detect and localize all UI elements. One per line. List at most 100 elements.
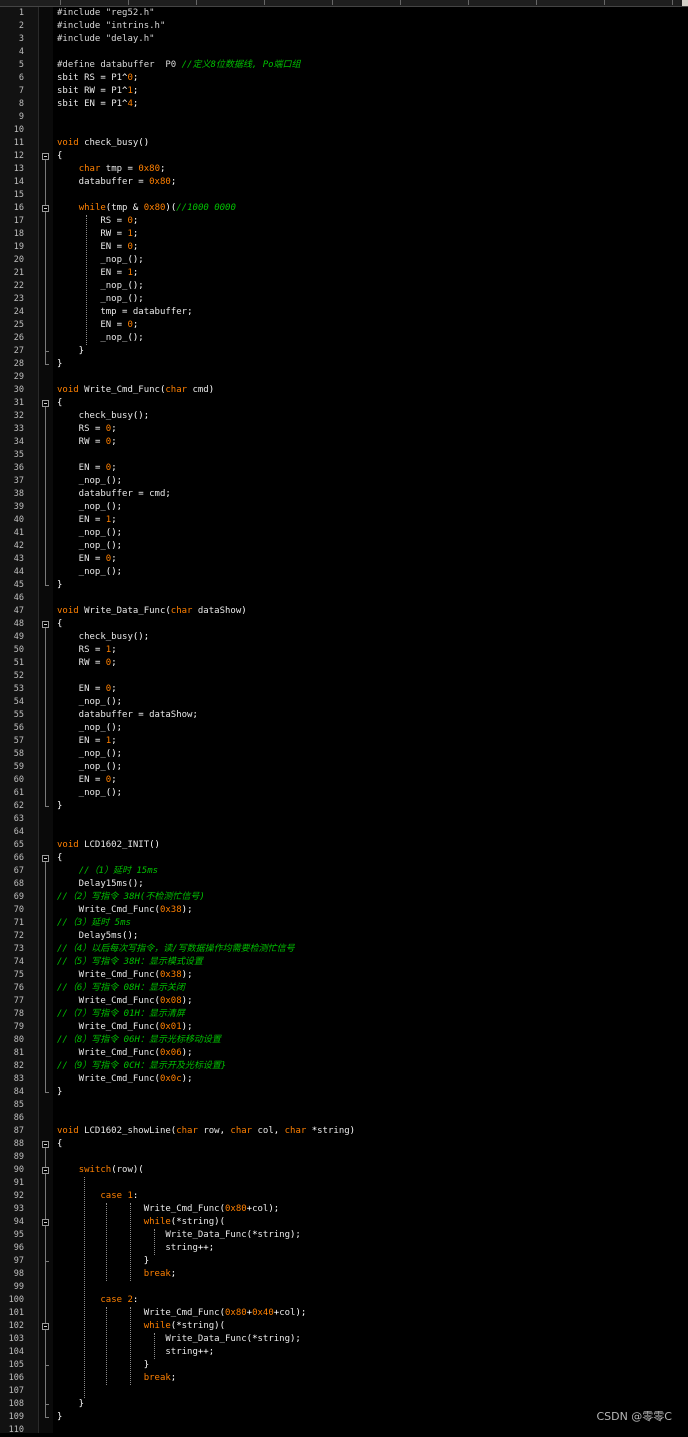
code-line[interactable]: 62} xyxy=(0,800,688,813)
code-text[interactable]: databuffer = cmd; xyxy=(57,488,171,501)
code-line[interactable]: 22 _nop_(); xyxy=(0,280,688,293)
code-line[interactable]: 30 void Write_Cmd_Func(char cmd) xyxy=(0,384,688,397)
code-text[interactable]: EN = 1; xyxy=(57,735,117,748)
code-line[interactable]: 72 Delay5ms(); xyxy=(0,930,688,943)
code-text[interactable]: while(*string)( xyxy=(57,1216,225,1229)
code-line[interactable]: 73 //（4）以后每次写指令，读/写数据操作均需要检测忙信号 xyxy=(0,943,688,956)
code-text[interactable]: check_busy(); xyxy=(57,631,149,644)
code-text[interactable]: { xyxy=(57,150,62,163)
code-line[interactable]: 27 } xyxy=(0,345,688,358)
code-text[interactable]: sbit EN = P1^4; xyxy=(57,98,138,111)
code-line[interactable]: 99 xyxy=(0,1281,688,1294)
code-line[interactable]: 5 #define databuffer P0 //定义8位数据线, Po端口组 xyxy=(0,59,688,72)
code-line[interactable]: 79 Write_Cmd_Func(0x01); xyxy=(0,1021,688,1034)
code-text[interactable]: Write_Cmd_Func(0x01); xyxy=(57,1021,193,1034)
code-text[interactable]: } xyxy=(57,1359,149,1372)
code-line[interactable]: 7 sbit RW = P1^1; xyxy=(0,85,688,98)
fold-toggle-icon[interactable] xyxy=(42,1323,49,1330)
code-text[interactable]: string++; xyxy=(57,1242,214,1255)
code-line[interactable]: 66 { xyxy=(0,852,688,865)
code-line[interactable]: 50 RS = 1; xyxy=(0,644,688,657)
code-line[interactable]: 40 EN = 1; xyxy=(0,514,688,527)
code-line[interactable]: 16 while(tmp & 0x80)(//1000 0000 xyxy=(0,202,688,215)
code-line[interactable]: 47 void Write_Data_Func(char dataShow) xyxy=(0,605,688,618)
fold-toggle-icon[interactable] xyxy=(42,153,49,160)
code-text[interactable]: sbit RS = P1^0; xyxy=(57,72,138,85)
code-line[interactable]: 109} xyxy=(0,1411,688,1424)
code-line[interactable]: 42 _nop_(); xyxy=(0,540,688,553)
code-text[interactable]: EN = 0; xyxy=(57,462,117,475)
code-text[interactable]: #define databuffer P0 //定义8位数据线, Po端口组 xyxy=(57,59,301,72)
code-text[interactable]: } xyxy=(57,345,84,358)
fold-toggle-icon[interactable] xyxy=(42,400,49,407)
code-text[interactable]: { xyxy=(57,397,62,410)
code-line[interactable]: 87 void LCD1602_showLine(char row, char c… xyxy=(0,1125,688,1138)
code-line[interactable]: 54 _nop_(); xyxy=(0,696,688,709)
code-text[interactable]: while(*string)( xyxy=(57,1320,225,1333)
code-line[interactable]: 36 EN = 0; xyxy=(0,462,688,475)
code-text[interactable]: EN = 0; xyxy=(57,319,138,332)
code-line[interactable]: 44 _nop_(); xyxy=(0,566,688,579)
code-text[interactable]: #include "delay.h" xyxy=(57,33,155,46)
code-text[interactable]: //（7）写指令 01H：显示清屏 xyxy=(57,1008,185,1021)
code-text[interactable]: Write_Cmd_Func(0x80+col); xyxy=(57,1203,280,1216)
fold-toggle-icon[interactable] xyxy=(42,205,49,212)
code-line[interactable]: 86 xyxy=(0,1112,688,1125)
code-line[interactable]: 74 //（5）写指令 38H：显示模式设置 xyxy=(0,956,688,969)
fold-toggle-icon[interactable] xyxy=(42,621,49,628)
code-text[interactable]: EN = 1; xyxy=(57,267,138,280)
code-line[interactable]: 26 _nop_(); xyxy=(0,332,688,345)
code-text[interactable]: _nop_(); xyxy=(57,501,122,514)
code-line[interactable]: 46 xyxy=(0,592,688,605)
code-editor[interactable]: 1 #include "reg52.h" 2 #include "intrins.h"… xyxy=(0,7,688,1435)
code-text[interactable]: } xyxy=(57,358,62,371)
code-line[interactable]: 64 xyxy=(0,826,688,839)
code-line[interactable]: 71 //（3）延时 5ms xyxy=(0,917,688,930)
code-text[interactable]: EN = 0; xyxy=(57,683,117,696)
code-line[interactable]: 83 Write_Cmd_Func(0x0c); xyxy=(0,1073,688,1086)
code-line[interactable]: 57 EN = 1; xyxy=(0,735,688,748)
code-line[interactable]: 65 void LCD1602_INIT() xyxy=(0,839,688,852)
code-text[interactable]: check_busy(); xyxy=(57,410,149,423)
code-text[interactable]: Write_Cmd_Func(0x0c); xyxy=(57,1073,193,1086)
fold-toggle-icon[interactable] xyxy=(42,1219,49,1226)
code-text[interactable]: databuffer = dataShow; xyxy=(57,709,198,722)
code-line[interactable]: 2 #include "intrins.h" xyxy=(0,20,688,33)
code-text[interactable]: char tmp = 0x80; xyxy=(57,163,166,176)
code-text[interactable]: RW = 0; xyxy=(57,436,117,449)
code-line[interactable]: 4 xyxy=(0,46,688,59)
code-text[interactable]: Write_Cmd_Func(0x38); xyxy=(57,904,193,917)
code-line[interactable]: 104 string++; xyxy=(0,1346,688,1359)
code-line[interactable]: 55 databuffer = dataShow; xyxy=(0,709,688,722)
code-text[interactable]: //（9）写指令 0CH：显示开及光标设置} xyxy=(57,1060,226,1073)
code-line[interactable]: 10 xyxy=(0,124,688,137)
code-line[interactable]: 33 RS = 0; xyxy=(0,423,688,436)
code-line[interactable]: 34 RW = 0; xyxy=(0,436,688,449)
code-text[interactable]: //（1）延时 15ms xyxy=(57,865,158,878)
code-line[interactable]: 35 xyxy=(0,449,688,462)
code-line[interactable]: 12 { xyxy=(0,150,688,163)
code-line[interactable]: 77 Write_Cmd_Func(0x08); xyxy=(0,995,688,1008)
code-line[interactable]: 84} xyxy=(0,1086,688,1099)
code-line[interactable]: 81 Write_Cmd_Func(0x06); xyxy=(0,1047,688,1060)
code-line[interactable]: 106 break; xyxy=(0,1372,688,1385)
code-text[interactable]: _nop_(); xyxy=(57,787,122,800)
code-line[interactable]: 25 EN = 0; xyxy=(0,319,688,332)
code-text[interactable]: _nop_(); xyxy=(57,280,143,293)
code-text[interactable]: } xyxy=(57,1411,62,1424)
code-text[interactable]: } xyxy=(57,579,62,592)
code-line[interactable]: 37 _nop_(); xyxy=(0,475,688,488)
code-text[interactable]: EN = 0; xyxy=(57,553,117,566)
code-text[interactable]: Write_Cmd_Func(0x08); xyxy=(57,995,193,1008)
code-line[interactable]: 88 { xyxy=(0,1138,688,1151)
code-text[interactable]: _nop_(); xyxy=(57,566,122,579)
code-line[interactable]: 28} xyxy=(0,358,688,371)
code-text[interactable]: //（8）写指令 06H：显示光标移动设置 xyxy=(57,1034,221,1047)
code-line[interactable]: 51 RW = 0; xyxy=(0,657,688,670)
code-text[interactable]: break; xyxy=(57,1268,177,1281)
code-line[interactable]: 96 string++; xyxy=(0,1242,688,1255)
code-text[interactable]: void check_busy() xyxy=(57,137,149,150)
code-line[interactable]: 76 //（6）写指令 08H：显示关闭 xyxy=(0,982,688,995)
code-text[interactable]: Delay5ms(); xyxy=(57,930,139,943)
code-line[interactable]: 21 EN = 1; xyxy=(0,267,688,280)
